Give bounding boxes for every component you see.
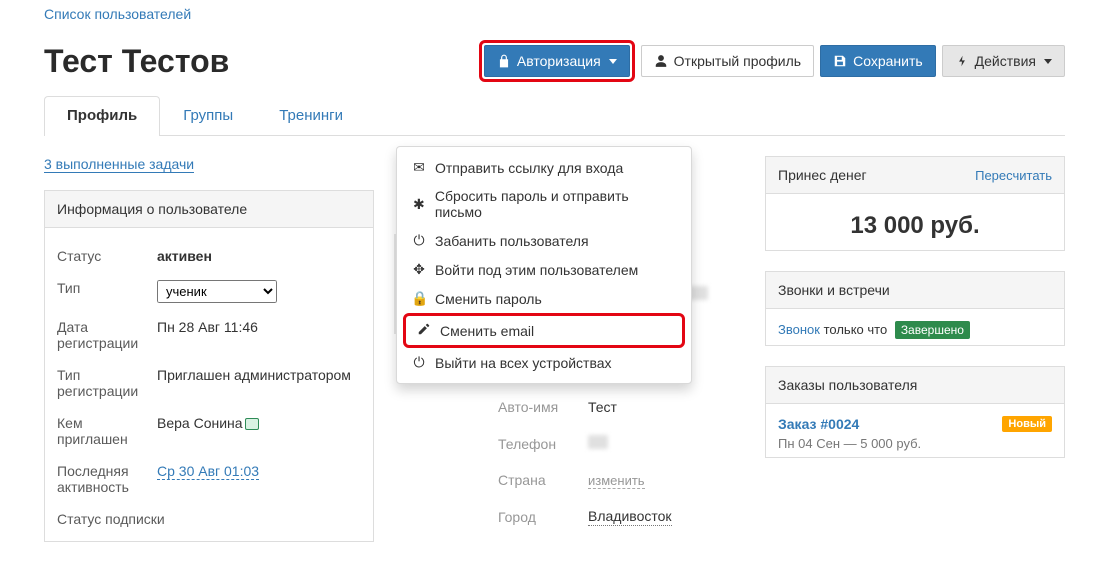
bolt-icon — [955, 54, 969, 68]
power-icon: ⏻ — [411, 232, 427, 249]
orders-panel: Заказы пользователя Заказ #0024 Новый Пн… — [765, 366, 1065, 458]
save-button[interactable]: Сохранить — [820, 45, 936, 77]
calls-panel-title: Звонки и встречи — [766, 272, 1064, 309]
save-label: Сохранить — [853, 54, 923, 68]
page-title: Тест Тестов — [44, 43, 229, 80]
highlight-auth: Авторизация — [479, 40, 635, 82]
caret-down-icon — [609, 59, 617, 64]
tabs: Профиль Группы Тренинги — [44, 96, 1065, 136]
money-panel: Принес денег Пересчитать 13 000 руб. — [765, 156, 1065, 251]
actions-label: Действия — [975, 54, 1036, 68]
value-status: активен — [157, 248, 361, 264]
label-country: Страна — [498, 472, 588, 488]
breadcrumb-users-list[interactable]: Список пользователей — [44, 0, 191, 22]
menu-send-login-link[interactable]: ✉ Отправить ссылку для входа — [397, 153, 691, 182]
menu-reset-password[interactable]: ✱ Сбросить пароль и отправить письмо — [397, 182, 691, 226]
caret-down-icon — [1044, 59, 1052, 64]
menu-login-as[interactable]: ✥ Войти под этим пользователем — [397, 255, 691, 284]
label-type: Тип — [57, 280, 157, 303]
actions-dropdown-button[interactable]: Действия — [942, 45, 1065, 77]
menu-label: Сменить пароль — [435, 291, 542, 307]
menu-change-password[interactable]: 🔒 Сменить пароль — [397, 284, 691, 313]
label-invited-by: Кем приглашен — [57, 415, 157, 447]
menu-logout-all[interactable]: ⏻ Выйти на всех устройствах — [397, 348, 691, 377]
order-link[interactable]: Заказ #0024 — [778, 416, 859, 432]
auth-button-label: Авторизация — [517, 54, 601, 68]
menu-change-email[interactable]: Сменить email — [412, 318, 676, 343]
city-editable[interactable]: Владивосток — [588, 508, 672, 526]
value-invited-by: Вера Сонина — [157, 415, 361, 447]
menu-label: Выйти на всех устройствах — [435, 355, 612, 371]
call-status-badge: Завершено — [895, 321, 970, 339]
open-profile-button[interactable]: Открытый профиль — [641, 45, 814, 77]
auth-dropdown-menu: ✉ Отправить ссылку для входа ✱ Сбросить … — [396, 146, 692, 384]
save-icon — [833, 54, 847, 68]
label-last-activity: Последняя активность — [57, 463, 157, 495]
move-icon: ✥ — [411, 261, 427, 278]
lock-icon — [497, 54, 511, 68]
label-reg-type: Тип регистрации — [57, 367, 157, 399]
auth-dropdown-button[interactable]: Авторизация — [484, 45, 630, 77]
call-when-text: только что — [824, 322, 888, 337]
edit-icon — [416, 322, 432, 339]
money-panel-title: Принес денег — [778, 167, 867, 183]
menu-label: Войти под этим пользователем — [435, 262, 638, 278]
value-reg-date: Пн 28 Авг 11:46 — [157, 319, 361, 351]
tab-trainings[interactable]: Тренинги — [256, 96, 366, 136]
label-subscription: Статус подписки — [57, 511, 165, 527]
label-status: Статус — [57, 248, 157, 264]
open-profile-label: Открытый профиль — [674, 54, 801, 68]
call-link[interactable]: Звонок — [778, 322, 820, 337]
calls-panel: Звонки и встречи Звонок только что Завер… — [765, 271, 1065, 346]
phone-value-hidden — [588, 435, 608, 449]
label-reg-date: Дата регистрации — [57, 319, 157, 351]
menu-label: Сбросить пароль и отправить письмо — [435, 188, 677, 220]
order-badge-new: Новый — [1002, 416, 1052, 432]
money-icon — [245, 418, 259, 430]
last-activity-link[interactable]: Ср 30 Авг 01:03 — [157, 463, 259, 480]
tab-profile[interactable]: Профиль — [44, 96, 160, 136]
panel-title: Информация о пользователе — [45, 191, 373, 228]
orders-panel-title: Заказы пользователя — [766, 367, 1064, 404]
auto-name-value: Тест — [588, 399, 745, 415]
order-subline: Пн 04 Сен — 5 000 руб. — [778, 436, 1052, 451]
label-phone: Телефон — [498, 436, 588, 452]
lock-icon: 🔒 — [411, 290, 427, 307]
highlight-change-email: Сменить email — [403, 313, 685, 348]
menu-label: Забанить пользователя — [435, 233, 589, 249]
money-amount: 13 000 руб. — [766, 194, 1064, 250]
completed-tasks-link[interactable]: 3 выполненные задачи — [44, 156, 194, 173]
label-city: Город — [498, 509, 588, 525]
menu-label: Отправить ссылку для входа — [435, 160, 623, 176]
menu-ban-user[interactable]: ⏻ Забанить пользователя — [397, 226, 691, 255]
asterisk-icon: ✱ — [411, 196, 427, 213]
user-info-panel: Информация о пользователе Статус активен… — [44, 190, 374, 542]
recalc-link[interactable]: Пересчитать — [975, 168, 1052, 183]
country-change-link[interactable]: изменить — [588, 473, 645, 489]
user-icon — [654, 54, 668, 68]
user-type-select[interactable]: ученик — [157, 280, 277, 303]
power-icon: ⏻ — [411, 354, 427, 371]
envelope-icon: ✉ — [411, 159, 427, 176]
menu-label: Сменить email — [440, 323, 534, 339]
value-reg-type: Приглашен администратором — [157, 367, 361, 399]
tab-groups[interactable]: Группы — [160, 96, 256, 136]
label-auto-name: Авто-имя — [498, 399, 588, 415]
